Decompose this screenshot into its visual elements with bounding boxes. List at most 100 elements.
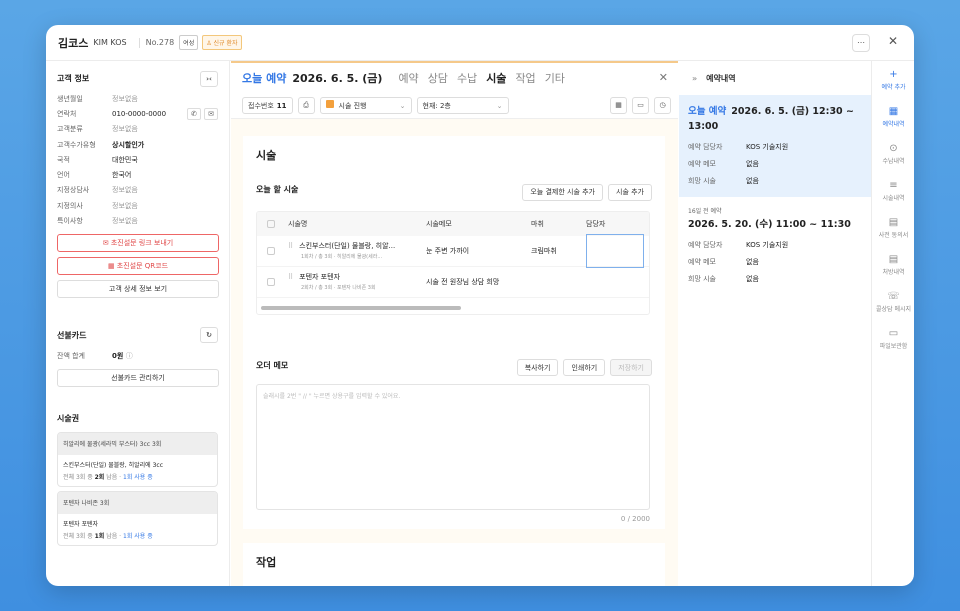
collapse-icon[interactable]: ›‹ [200,70,218,87]
voucher-remaining: 2회 [94,473,105,481]
phone-icon[interactable]: ✆ [187,107,201,120]
procedure-name: ⠿ 스킨부스터(단일) 물블랑, 히알... [288,241,426,251]
user-icon: ♙ [206,40,214,47]
customer-number: No.278 [145,38,175,47]
tab-1[interactable]: 상담 [428,70,448,86]
voucher-card[interactable]: 포텐자 나비존 3회 포텐자 포텐자 전체 3회 중 1회 남음 · 1회 사용 중 [57,490,218,546]
sidebar-item-3[interactable]: ≡ 시술내역 [873,172,914,209]
reservation-details: 예약 담당자 KOS 기술지원 예약 메모 없음 희망 시술 없음 [688,236,862,287]
reservation-card[interactable]: 오늘 예약 2026. 6. 5. (금) 12:30 ~ 13:00 예약 담당자… [679,95,871,197]
status-select[interactable]: 시술 진행 ⌄ [319,97,412,114]
field-value: 한국어 [112,171,132,180]
detail-value: 없음 [746,176,759,185]
info-fields: 생년월일 정보없음 연락처 010-0000-0000 ✆ ✉ 고객분류 정보없음 고객수가유형… [57,91,218,229]
refresh-icon[interactable]: ↻ [200,327,218,344]
procedure-name: ⠿ 포텐자 포텐자 [288,272,426,282]
sidebar-icon: ≡ [889,179,898,191]
reservation-history-header: » 예약내역 [679,61,871,95]
sidebar-item-1[interactable]: ▦ 예약내역 [873,98,914,135]
printer-icon[interactable]: ⎙ [297,97,315,114]
voucher-name: 스킨부스터(단일) 물블랑, 히알리에 3cc [63,461,164,469]
drag-handle-icon[interactable]: ⠿ [288,242,293,250]
table-row[interactable]: ⠿ 포텐자 포텐자 2회차 / 총 3회 · 포텐자 나비존 3회 시술 전 원장님 … [257,267,649,298]
todo-label: 오늘 할 시술 [256,185,299,195]
order-memo-label: 오더 메모 [256,360,289,370]
print-button[interactable]: 인쇄하기 [563,359,606,376]
voucher-total: 전체 3회 중 [63,532,95,540]
reception-value: 11 [276,101,287,110]
today-reservation-panel: 오늘 예약 2026. 6. 5. (금) 예약 상담 수납 시술 작업 기타 ✕ 접수번… [231,61,678,586]
sidebar-item-2[interactable]: ⊙ 수납내역 [873,135,914,172]
tab-4[interactable]: 작업 [515,70,535,86]
customer-window: 김코스 KIM KOS No.278 여성 ♙ 신규 환자 ⋯ ✕ 고객 정보 ›… [46,25,914,586]
location-select[interactable]: 현재: 2층 ⌄ [416,97,509,114]
close-icon[interactable]: ✕ [888,34,898,48]
sidebar-item-6[interactable]: ☏ 콜상담 메시지 [873,283,914,320]
sidebar-item-5[interactable]: ▤ 처방내역 [873,246,914,283]
sidebar-icon: ▤ [888,216,899,228]
sidebar-item-0[interactable]: + 예약 추가 [873,61,914,98]
reservation-history-title: 예약내역 [706,73,736,83]
customer-info-panel: 고객 정보 ›‹ 생년월일 정보없음 연락처 010-0000-0000 ✆ ✉ 고객분류 정보… [46,61,230,586]
info-row: 고객분류 정보없음 [57,122,218,137]
procedure-name-text: 스킨부스터(단일) 물블랑, 히알... [299,242,396,250]
procedure-name-cell: ⠿ 스킨부스터(단일) 물블랑, 히알... 1회차 / 총 3회 · 히알리에 물… [288,241,426,260]
voucher-name: 포텐자 포텐자 [63,520,99,528]
sidebar-item-4[interactable]: ▤ 사전 동의서 [873,209,914,246]
voucher-body: 스킨부스터(단일) 물블랑, 히알리에 3cc 전체 3회 중 2회 남음 · 1… [58,455,217,486]
save-button[interactable]: 저장하기 [610,359,652,376]
add-procedure-button[interactable]: 시술 추가 [608,183,652,201]
voucher-in-use-link[interactable]: 1회 사용 중 [123,474,153,481]
reservation-datetime: 2026. 5. 20. (수) 11:00 ~ 11:30 [688,217,862,232]
tab-2[interactable]: 수납 [457,70,477,86]
more-options-icon[interactable]: ⋯ [852,34,870,52]
survey-qr-button[interactable]: ▦ 초진설문 QR코드 [57,256,219,275]
expand-icon[interactable]: » [692,74,697,83]
detail-row: 예약 담당자 KOS 기술지원 [688,236,862,253]
tab-3[interactable]: 시술 [486,70,506,86]
assignee-cell[interactable] [586,233,646,268]
detail-key: 예약 담당자 [688,240,723,249]
reservation-card[interactable]: 16일 전 예약 2026. 5. 20. (수) 11:00 ~ 11:30 예약… [679,197,871,295]
assignee-select[interactable] [586,234,644,268]
field-value: 대한민국 [112,155,138,164]
procedure-pane: 시술 오늘 할 시술 오늘 결제한 시술 추가 시술 추가 시술명 시술메모 마취… [243,136,665,529]
info-row: 고객수가유형 상시할인가 [57,137,218,152]
row-checkbox[interactable] [267,277,275,286]
column-header: 담당자 [586,219,606,228]
close-icon[interactable]: ✕ [659,71,668,84]
history-icon[interactable]: ◷ [654,97,671,114]
grid-icon[interactable]: ▦ [610,97,627,114]
detail-key: 예약 메모 [688,159,716,168]
section-title: 고객 정보 [57,74,90,83]
table-row[interactable]: ⠿ 스킨부스터(단일) 물블랑, 히알... 1회차 / 총 3회 · 히알리에 물… [257,233,649,268]
message-icon[interactable]: ✉ [204,107,218,120]
sidebar-item-7[interactable]: ▭ 파일보관함 [873,320,914,357]
drag-handle-icon[interactable]: ⠿ [288,273,293,281]
card-icon[interactable]: ▭ [632,97,649,114]
customer-detail-button[interactable]: 고객 상세 정보 보기 [57,279,219,298]
tab-0[interactable]: 예약 [398,70,418,86]
section-title: 작업 [256,556,277,569]
button-label: 초진설문 QR코드 [116,261,169,270]
tab-5[interactable]: 기타 [545,70,565,86]
info-icon[interactable]: ⓘ [126,352,133,360]
select-all-checkbox[interactable] [267,219,275,228]
order-memo-input[interactable]: 슬래시를 2번 " // " 누르면 상용구를 입력할 수 있어요. [256,384,650,510]
voucher-in-use-link[interactable]: 1회 사용 중 [123,533,153,540]
info-row: 언어 한국어 [57,167,218,182]
horizontal-scrollbar[interactable] [261,305,461,310]
copy-button[interactable]: 복사하기 [516,359,559,376]
procedure-sub: 2회차 / 총 3회 · 포텐자 나비존 3회 [301,285,376,291]
detail-row: 예약 메모 없음 [688,155,862,172]
info-row: 연락처 010-0000-0000 ✆ ✉ [57,106,218,121]
character-counter: 0 / 2000 [620,515,650,523]
add-paid-procedure-button[interactable]: 오늘 결제한 시술 추가 [522,183,603,201]
reservation-ago: 16일 전 예약 [688,208,722,215]
send-survey-link-button[interactable]: ✉ 초진설문 링크 보내기 [57,233,219,252]
prepaid-manage-button[interactable]: 선불카드 관리하기 [57,368,219,387]
location-value: 현재: 2층 [422,101,451,110]
voucher-card[interactable]: 히알리에 물광(세라믹 부스터) 3cc 3회 스킨부스터(단일) 물블랑, 히알… [57,431,218,487]
row-checkbox[interactable] [267,246,275,255]
customer-name-en: KIM KOS [93,38,127,47]
